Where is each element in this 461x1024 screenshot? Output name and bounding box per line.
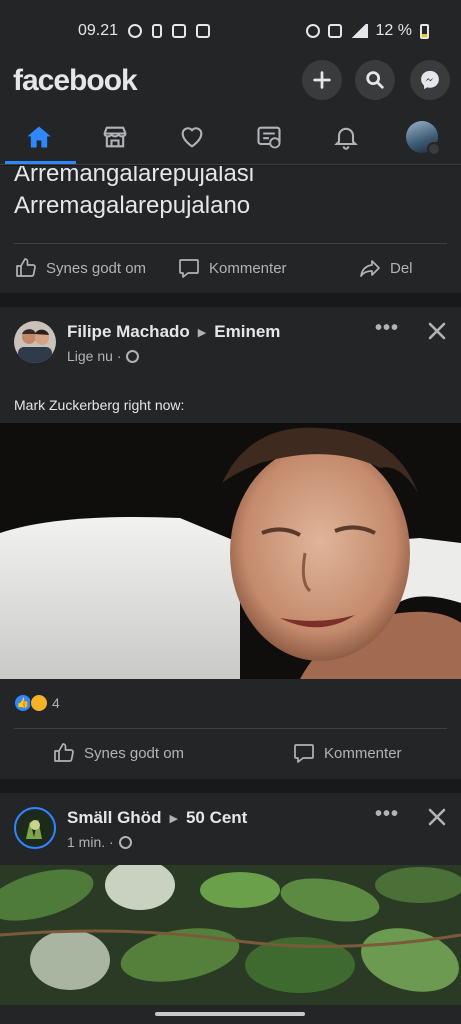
home-icon: [27, 126, 51, 148]
menu-badge-icon: [427, 142, 441, 156]
app-header: facebook: [0, 58, 461, 110]
arrow-right-icon: ▶: [169, 812, 178, 825]
comment-button[interactable]: Kommenter: [292, 741, 402, 765]
post-card: Filipe Machado ▶ Eminem Lige nu · ••• Ma…: [0, 307, 461, 779]
sim-icon: [152, 24, 163, 38]
post-meta: Lige nu ·: [67, 348, 140, 364]
more-options-button[interactable]: •••: [375, 803, 399, 826]
post-author-line: Filipe Machado ▶ Eminem: [67, 322, 280, 342]
comment-label: Kommenter: [324, 744, 402, 762]
plus-icon: [313, 71, 331, 89]
gesture-handle[interactable]: [155, 1012, 305, 1016]
post-photo[interactable]: [0, 423, 461, 679]
author-name[interactable]: Smäll Ghöd: [67, 808, 161, 828]
status-right: 12 %: [305, 22, 429, 40]
like-button[interactable]: Synes godt om: [52, 741, 184, 765]
post-card: Smäll Ghöd ▶ 50 Cent 1 min. · •••: [0, 793, 461, 1024]
thumbs-up-icon: [54, 743, 74, 762]
like-label: Synes godt om: [84, 744, 185, 762]
comment-icon: [294, 744, 314, 763]
like-button[interactable]: Synes godt om: [14, 256, 146, 280]
photo-image: [0, 865, 461, 1005]
thumbs-up-icon: [16, 258, 36, 277]
author-name[interactable]: Filipe Machado: [67, 322, 190, 342]
comment-icon: [179, 259, 199, 278]
post-text-line: Arremangalarepujalasi: [14, 166, 255, 187]
signal-icon: [349, 24, 368, 38]
divider: [14, 243, 447, 244]
post-text-line: Arremagalarepujalano: [14, 192, 251, 219]
arrow-right-icon: ▶: [197, 326, 207, 339]
facebook-logo[interactable]: facebook: [13, 64, 138, 98]
globe-icon: [118, 835, 132, 849]
post-time[interactable]: 1 min. ·: [67, 834, 114, 850]
heart-icon: [181, 127, 203, 148]
tab-notifications[interactable]: [309, 110, 383, 164]
comment-label: Kommenter: [209, 259, 287, 277]
share-label: Del: [390, 259, 413, 277]
status-left: 09.21: [78, 22, 211, 40]
photo-image: [0, 423, 461, 679]
status-time: 09.21: [78, 22, 119, 39]
active-tab-indicator: [5, 161, 76, 164]
tab-news[interactable]: [232, 110, 306, 164]
post-text: Arremangalarepujalasi Arremagalarepujala…: [14, 166, 254, 222]
divider: [14, 728, 447, 729]
post-card: Arremangalarepujalasi Arremagalarepujala…: [0, 166, 461, 293]
haha-reaction-icon: [30, 694, 48, 712]
close-icon[interactable]: [427, 807, 447, 827]
close-icon[interactable]: [427, 321, 447, 341]
tab-dating[interactable]: [155, 110, 229, 164]
messenger-icon: [421, 70, 439, 90]
tab-marketplace[interactable]: [78, 110, 152, 164]
battery-icon: [420, 23, 429, 39]
author-avatar[interactable]: [14, 321, 56, 363]
post-photo[interactable]: [0, 865, 461, 1005]
post-meta: 1 min. ·: [67, 834, 132, 850]
share-icon: [360, 260, 380, 277]
instagram-icon: [128, 24, 143, 38]
post-author-line: Smäll Ghöd ▶ 50 Cent: [67, 808, 247, 828]
target-name[interactable]: 50 Cent: [186, 808, 247, 828]
globe-icon: [126, 349, 140, 363]
messenger-button[interactable]: [410, 60, 450, 100]
feed-separator: [0, 293, 461, 307]
post-caption: Mark Zuckerberg right now:: [14, 397, 185, 413]
search-icon: [366, 71, 384, 89]
like-label: Synes godt om: [46, 259, 147, 277]
status-bar: 09.21 12 %: [0, 0, 461, 58]
author-avatar[interactable]: [14, 807, 56, 849]
twitch-icon: [172, 24, 187, 38]
store-icon: [103, 126, 127, 148]
bell-icon: [334, 127, 358, 150]
comment-button[interactable]: Kommenter: [177, 256, 287, 280]
profile-avatar: [406, 121, 441, 156]
post-time[interactable]: Lige nu ·: [67, 348, 121, 364]
more-options-button[interactable]: •••: [375, 317, 399, 340]
target-name[interactable]: Eminem: [214, 322, 280, 342]
reaction-count: 4: [52, 695, 60, 711]
tab-menu[interactable]: [385, 110, 459, 164]
gallery-icon: [196, 24, 211, 38]
tab-home[interactable]: [2, 110, 76, 164]
volte-icon: [327, 24, 342, 38]
search-button[interactable]: [355, 60, 395, 100]
battery-percent: 12 %: [375, 22, 412, 39]
share-button[interactable]: Del: [358, 256, 413, 280]
reactions-summary[interactable]: 👍 4: [14, 694, 60, 712]
news-icon: [257, 126, 281, 149]
feed-separator: [0, 779, 461, 793]
create-button[interactable]: [302, 60, 342, 100]
alarm-icon: [305, 24, 320, 38]
tab-bar: [0, 110, 461, 165]
